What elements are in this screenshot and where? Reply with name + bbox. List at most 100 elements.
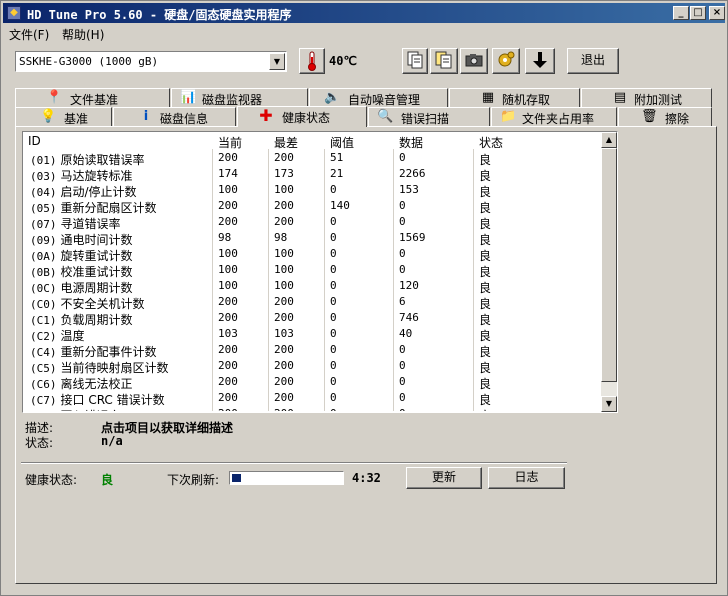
cell-current: 174 (218, 167, 238, 180)
tab-health[interactable]: ✚ 健康状态 (237, 106, 367, 127)
update-button[interactable]: 更新 (406, 467, 482, 489)
table-row[interactable]: (C2) 温度 103 103 0 40 良 (24, 326, 601, 343)
temperature-button[interactable] (299, 48, 325, 74)
col-worst[interactable]: 最差 (274, 134, 298, 151)
log-button[interactable]: 日志 (488, 467, 565, 489)
attribute-name: 寻道错误率 (60, 217, 121, 231)
col-id[interactable]: ID (28, 134, 41, 148)
table-row[interactable]: (C0) 不安全关机计数 200 200 0 6 良 (24, 294, 601, 311)
cell-current: 200 (218, 295, 238, 308)
scroll-thumb[interactable] (601, 148, 617, 382)
table-row[interactable]: (07) 寻道错误率 200 200 0 0 良 (24, 214, 601, 231)
cell-current: 200 (218, 311, 238, 324)
table-row[interactable]: (01) 原始读取错误率 200 200 51 0 良 (24, 150, 601, 167)
cell-data: 6 (399, 295, 406, 308)
save-button[interactable] (525, 48, 555, 74)
cell-current: 200 (218, 199, 238, 212)
tab-file-benchmark[interactable]: 📍 文件基准 (15, 88, 170, 107)
table-row[interactable]: (05) 重新分配扇区计数 200 200 140 0 良 (24, 198, 601, 215)
table-row[interactable]: (0C) 电源周期计数 100 100 0 120 良 (24, 278, 601, 295)
cell-threshold: 21 (330, 167, 344, 180)
cell-data: 40 (399, 327, 413, 340)
col-threshold[interactable]: 阈值 (330, 134, 354, 151)
tab-random-access[interactable]: ▦ 随机存取 (449, 88, 580, 107)
table-row[interactable]: (0A) 旋转重试计数 100 100 0 0 良 (24, 246, 601, 263)
cell-data: 2266 (399, 167, 426, 180)
table-row[interactable]: (C4) 重新分配事件计数 200 200 0 0 良 (24, 342, 601, 359)
cell-data: 0 (399, 391, 406, 404)
table-row[interactable]: (0B) 校准重试计数 100 100 0 0 良 (24, 262, 601, 279)
scroll-down-icon[interactable]: ▼ (601, 396, 617, 412)
cell-threshold: 0 (330, 183, 337, 196)
attribute-name: 校准重试计数 (60, 265, 133, 279)
table-row[interactable]: (C8) 写入错误率 200 200 0 0 良 (24, 406, 601, 411)
table-row[interactable]: (C1) 负载周期计数 200 200 0 746 良 (24, 310, 601, 327)
extra-tests-icon: ▤ (613, 90, 627, 105)
settings-button[interactable] (492, 48, 520, 74)
tab-erase[interactable]: 🗑 擦除 (618, 107, 712, 126)
cell-data: 153 (399, 183, 419, 196)
refresh-countdown: 4:32 (352, 471, 381, 485)
cell-worst: 200 (274, 391, 294, 404)
exit-button[interactable]: 退出 (567, 48, 619, 74)
table-row[interactable]: (03) 马达旋转标准 174 173 21 2266 良 (24, 166, 601, 183)
tab-aam[interactable]: 🔈 自动噪音管理 (309, 88, 448, 107)
next-refresh-label: 下次刷新: (167, 473, 220, 487)
cell-data: 746 (399, 311, 419, 324)
disk-monitor-icon: 📊 (180, 90, 197, 105)
title-bar[interactable]: ◆ HD Tune Pro 5.60 - 硬盘/固态硬盘实用程序 _ □ × (3, 3, 725, 23)
attribute-name: 接口 CRC 错误计数 (60, 393, 165, 407)
state-label: 状态: (25, 436, 54, 450)
chevron-down-icon[interactable]: ▼ (269, 53, 285, 70)
cell-data: 0 (399, 375, 406, 388)
attribute-name: 电源周期计数 (60, 281, 133, 295)
tab-error-scan[interactable]: 🔍 错误扫描 (368, 107, 490, 126)
table-body: (01) 原始读取错误率 200 200 51 0 良 (03) 马达旋转标准 174 173 21 2… (24, 150, 601, 411)
cell-worst: 200 (274, 199, 294, 212)
attribute-name: 当前待映射扇区计数 (60, 361, 169, 375)
cell-data: 1569 (399, 231, 426, 244)
thermometer-icon (308, 51, 316, 71)
table-row[interactable]: (C5) 当前待映射扇区计数 200 200 0 0 良 (24, 358, 601, 375)
attribute-name: 重新分配扇区计数 (60, 201, 157, 215)
scroll-up-icon[interactable]: ▲ (601, 132, 617, 148)
attribute-name: 离线无法校正 (60, 377, 133, 391)
tab-folder-usage[interactable]: 📁 文件夹占用率 (491, 107, 617, 126)
cell-threshold: 0 (330, 263, 337, 276)
menu-help[interactable]: 帮助(H) (62, 26, 104, 43)
table-row[interactable]: (C6) 离线无法校正 200 200 0 0 良 (24, 374, 601, 391)
tab-disk-info[interactable]: i 磁盘信息 (113, 107, 236, 126)
smart-table[interactable]: ID 当前 最差 阈值 数据 状态 (01) 原始读取错误率 200 200 51 0 良 (… (22, 131, 618, 413)
health-status-label: 健康状态: (25, 473, 78, 487)
table-row[interactable]: (04) 启动/停止计数 100 100 0 153 良 (24, 182, 601, 199)
cell-current: 98 (218, 231, 232, 244)
cell-current: 200 (218, 215, 238, 228)
copy-text-button[interactable] (402, 48, 428, 74)
table-row[interactable]: (09) 通电时间计数 98 98 0 1569 良 (24, 230, 601, 247)
col-current[interactable]: 当前 (218, 134, 242, 151)
cell-threshold: 0 (330, 375, 337, 388)
random-access-icon: ▦ (481, 90, 495, 105)
table-row[interactable]: (C7) 接口 CRC 错误计数 200 200 0 0 良 (24, 390, 601, 407)
cell-current: 103 (218, 327, 238, 340)
cell-current: 200 (218, 343, 238, 356)
col-data[interactable]: 数据 (399, 134, 423, 151)
attribute-name: 写入错误率 (61, 409, 121, 411)
minimize-button[interactable]: _ (673, 6, 689, 20)
screenshot-button[interactable] (460, 48, 488, 74)
vertical-scrollbar[interactable]: ▲ ▼ (601, 132, 617, 412)
benchmark-icon: 💡 (40, 109, 57, 124)
col-status[interactable]: 状态 (479, 134, 503, 151)
close-button[interactable]: × (709, 6, 725, 20)
attribute-name: 启动/停止计数 (60, 185, 137, 199)
drive-select[interactable]: SSKHE-G3000 (1000 gB) ▼ (15, 51, 287, 72)
cell-worst: 100 (274, 183, 294, 196)
tab-benchmark[interactable]: 💡 基准 (15, 107, 112, 126)
maximize-button[interactable]: □ (690, 6, 706, 20)
copy-all-button[interactable] (430, 48, 458, 74)
tab-extra-tests[interactable]: ▤ 附加测试 (581, 88, 712, 107)
cell-threshold: 0 (330, 279, 337, 292)
menu-file[interactable]: 文件(F) (9, 26, 49, 43)
tab-disk-monitor[interactable]: 📊 磁盘监视器 (171, 88, 308, 107)
health-icon: ✚ (259, 106, 273, 125)
